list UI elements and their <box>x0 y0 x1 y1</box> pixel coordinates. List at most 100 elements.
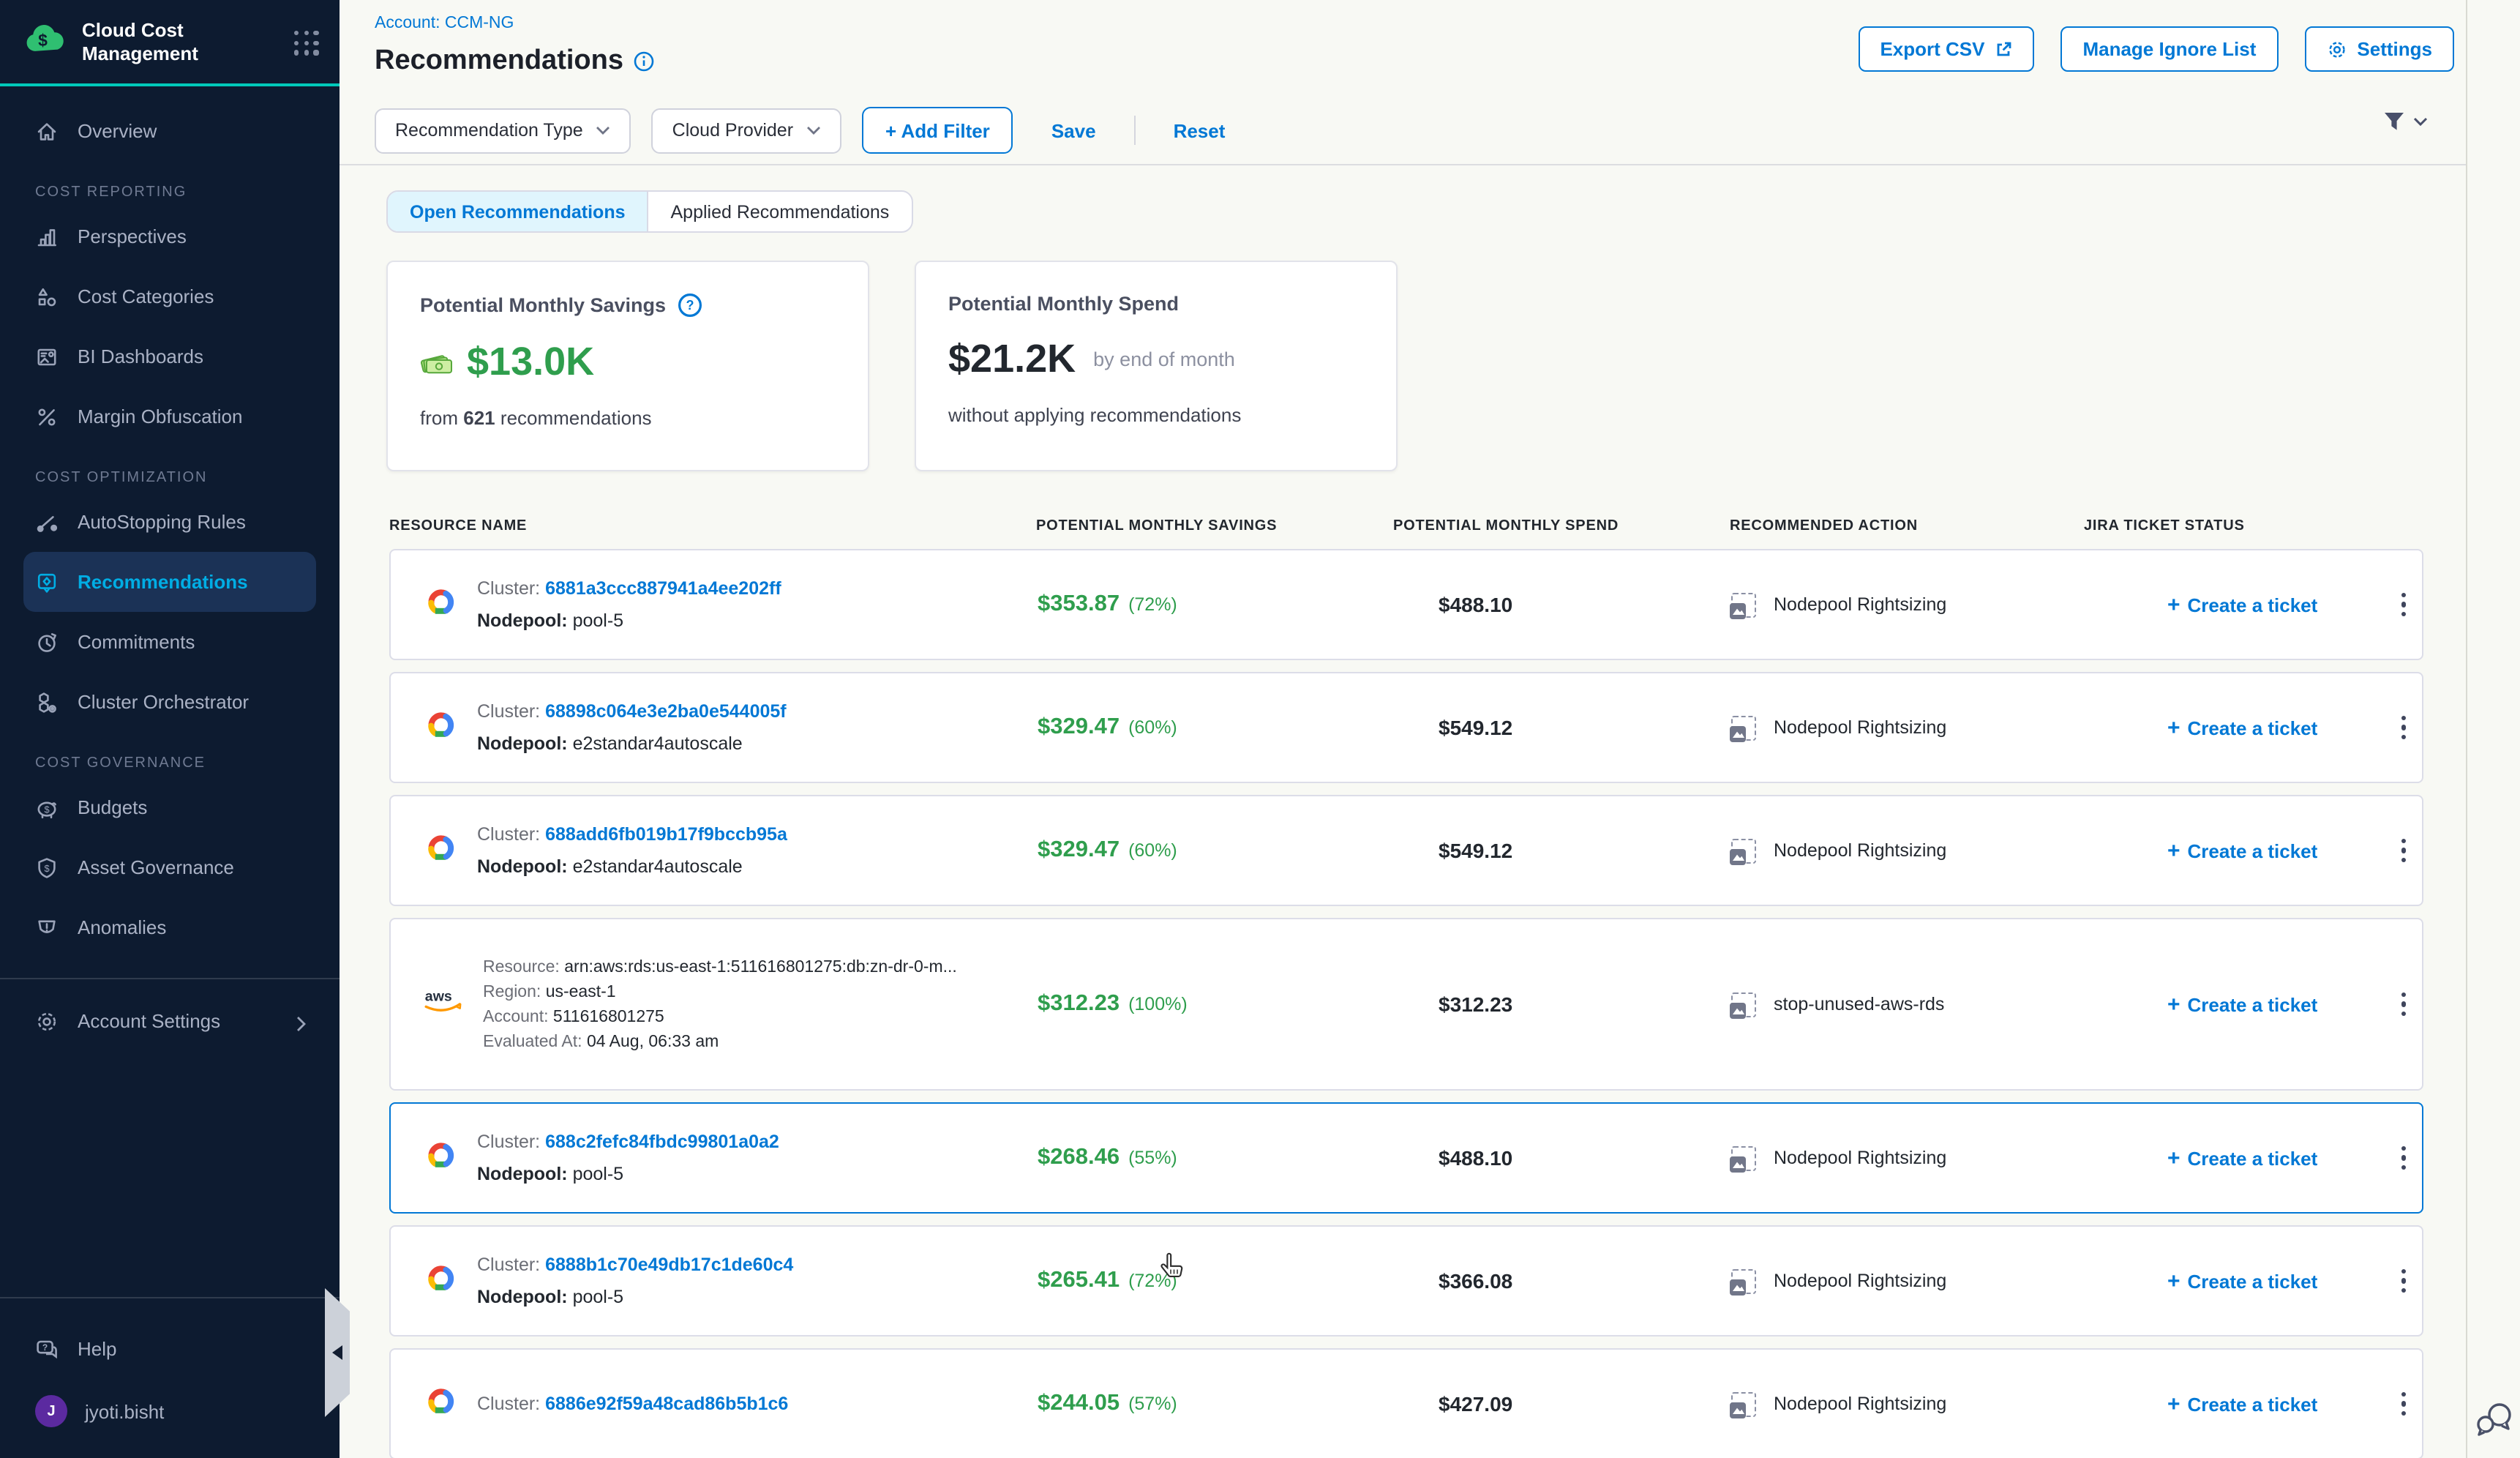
cluster-link[interactable]: 688c2fefc84fbdc99801a0a2 <box>545 1132 779 1152</box>
gcp-icon <box>423 586 458 616</box>
table-row[interactable]: Cluster: 688add6fb019b17f9bccb95aNodepoo… <box>389 795 2423 906</box>
cloud-provider-filter[interactable]: Cloud Provider <box>652 108 841 153</box>
action-label: Nodepool Rightsizing <box>1774 840 1946 861</box>
row-menu-button[interactable] <box>2396 710 2412 745</box>
cluster-link[interactable]: 6881a3ccc887941a4ee202ff <box>545 578 781 599</box>
cluster-link[interactable]: 6886e92f59a48cad86b5b1c6 <box>545 1394 788 1414</box>
savings-cell: $244.05(57%) <box>1038 1391 1439 1417</box>
recommended-action-cell: Nodepool Rightsizing <box>1731 1268 2167 1293</box>
create-ticket-link[interactable]: +Create a ticket <box>2167 992 2396 1017</box>
table-row[interactable]: Cluster: 6881a3ccc887941a4ee202ffNodepoo… <box>389 549 2423 660</box>
sidebar-item-help[interactable]: ? Help <box>0 1319 340 1379</box>
table-row[interactable]: Cluster: 6886e92f59a48cad86b5b1c6$244.05… <box>389 1348 2423 1458</box>
question-icon[interactable]: ? <box>678 293 702 318</box>
resource-line: Cluster: 68898c064e3e2ba0e544005f <box>477 701 787 722</box>
cluster-link[interactable]: 688add6fb019b17f9bccb95a <box>545 824 787 845</box>
info-icon[interactable] <box>634 51 654 72</box>
tab-applied-recommendations[interactable]: Applied Recommendations <box>648 192 912 231</box>
provider-icon-wrap <box>423 1140 458 1176</box>
resource-line: Nodepool: e2standar4autoscale <box>477 733 787 754</box>
plus-icon: + <box>2167 592 2180 617</box>
row-menu-button[interactable] <box>2396 987 2412 1022</box>
table-row[interactable]: Cluster: 688c2fefc84fbdc99801a0a2Nodepoo… <box>389 1102 2423 1214</box>
export-csv-button[interactable]: Export CSV <box>1858 26 2034 72</box>
svg-text:$: $ <box>38 30 48 49</box>
create-ticket-link[interactable]: +Create a ticket <box>2167 1268 2396 1293</box>
filter-panel-toggle[interactable] <box>2382 110 2428 133</box>
row-menu-button[interactable] <box>2396 1386 2412 1421</box>
cluster-link[interactable]: 68898c064e3e2ba0e544005f <box>545 701 787 722</box>
spend-value-suffix: by end of month <box>1093 348 1235 370</box>
create-ticket-link[interactable]: +Create a ticket <box>2167 838 2396 863</box>
table-row[interactable]: aws Resource: arn:aws:rds:us-east-1:5116… <box>389 918 2423 1091</box>
recommendation-type-filter[interactable]: Recommendation Type <box>375 108 631 153</box>
main-content: Account: CCM-NG Recommendations Export C… <box>340 0 2467 1458</box>
settings-button[interactable]: Settings <box>2304 26 2454 72</box>
spend-cell: $366.08 <box>1439 1269 1731 1293</box>
savings-cell: $329.47(60%) <box>1038 714 1439 741</box>
tab-open-recommendations[interactable]: Open Recommendations <box>388 192 648 231</box>
chevron-down-icon <box>806 126 821 135</box>
recommended-action-cell: Nodepool Rightsizing <box>1731 838 2167 863</box>
nav-section-label: COST OPTIMIZATION <box>35 470 340 486</box>
cloud-cost-logo-icon: $ <box>23 21 67 64</box>
user-menu[interactable]: J jyoti.bisht <box>0 1379 340 1443</box>
page-title: Recommendations <box>375 45 654 78</box>
sidebar-item-account-settings[interactable]: Account Settings <box>0 991 340 1051</box>
sidebar-item-autostopping-rules[interactable]: AutoStopping Rules <box>0 492 340 552</box>
sidebar-item-label: Recommendations <box>78 571 248 593</box>
create-ticket-link[interactable]: +Create a ticket <box>2167 1145 2396 1170</box>
provider-icon-wrap <box>423 586 458 623</box>
funnel-icon <box>2382 110 2406 133</box>
create-ticket-link[interactable]: +Create a ticket <box>2167 1391 2396 1416</box>
sidebar-item-asset-governance[interactable]: $Asset Governance <box>0 837 340 897</box>
sidebar-item-perspectives[interactable]: Perspectives <box>0 206 340 266</box>
row-menu-button[interactable] <box>2396 1140 2412 1175</box>
support-chat-icon[interactable] <box>2474 1401 2513 1438</box>
recommendations-tabs: Open Recommendations Applied Recommendat… <box>386 190 912 233</box>
provider-icon-wrap <box>423 832 458 869</box>
cluster-link[interactable]: 6888b1c70e49db17c1de60c4 <box>545 1255 793 1275</box>
potential-monthly-spend-card: Potential Monthly Spend $21.2K by end of… <box>915 261 1398 471</box>
gear-icon <box>35 1009 59 1033</box>
sidebar-item-budgets[interactable]: $Budgets <box>0 777 340 837</box>
brand: $ Cloud Cost Management <box>0 0 340 86</box>
manage-ignore-list-button[interactable]: Manage Ignore List <box>2060 26 2278 72</box>
savings-cell: $268.46(55%) <box>1038 1145 1439 1171</box>
avatar: J <box>35 1395 67 1427</box>
table-row[interactable]: Cluster: 6888b1c70e49db17c1de60c4 Nodepoo… <box>389 1225 2423 1336</box>
money-icon <box>420 350 455 375</box>
action-label: stop-unused-aws-rds <box>1774 994 1944 1014</box>
sidebar-item-anomalies[interactable]: Anomalies <box>0 897 340 957</box>
sidebar-item-cluster-orchestrator[interactable]: Cluster Orchestrator <box>0 672 340 732</box>
sidebar-item-commitments[interactable]: Commitments <box>0 612 340 672</box>
reset-filter-link[interactable]: Reset <box>1174 119 1226 141</box>
sidebar-divider <box>0 978 340 979</box>
resource-line: Cluster: 6888b1c70e49db17c1de60c4 <box>477 1255 793 1275</box>
breadcrumb[interactable]: Account: CCM-NG <box>375 15 654 32</box>
sidebar: $ Cloud Cost Management OverviewCOST REP… <box>0 0 340 1458</box>
table-row[interactable]: Cluster: 68898c064e3e2ba0e544005f Nodepoo… <box>389 672 2423 783</box>
sidebar-item-recommendations[interactable]: Recommendations <box>23 552 316 612</box>
add-filter-button[interactable]: + Add Filter <box>862 107 1013 154</box>
topbar: Account: CCM-NG Recommendations Export C… <box>340 0 2466 78</box>
module-grid-icon[interactable] <box>294 31 319 56</box>
recommended-action-cell: stop-unused-aws-rds <box>1731 992 2167 1017</box>
sidebar-item-cost-categories[interactable]: Cost Categories <box>0 266 340 326</box>
create-ticket-link[interactable]: +Create a ticket <box>2167 715 2396 740</box>
row-menu-button[interactable] <box>2396 1263 2412 1298</box>
recommended-action-cell: Nodepool Rightsizing <box>1731 1145 2167 1170</box>
row-menu-button[interactable] <box>2396 587 2412 622</box>
spend-subtitle: without applying recommendations <box>948 404 1364 426</box>
save-filter-link[interactable]: Save <box>1051 119 1096 141</box>
resource-cell: aws Resource: arn:aws:rds:us-east-1:5116… <box>391 958 1038 1050</box>
sidebar-item-label: Asset Governance <box>78 856 234 878</box>
sidebar-item-bi-dashboards[interactable]: BI Dashboards <box>0 326 340 386</box>
sidebar-item-overview[interactable]: Overview <box>0 101 340 161</box>
margin-obfuscation-icon <box>35 405 59 428</box>
cluster-orchestrator-icon <box>35 690 59 714</box>
row-menu-button[interactable] <box>2396 833 2412 868</box>
create-ticket-link[interactable]: +Create a ticket <box>2167 592 2396 617</box>
sidebar-item-margin-obfuscation[interactable]: Margin Obfuscation <box>0 386 340 446</box>
chevron-down-icon <box>596 126 611 135</box>
